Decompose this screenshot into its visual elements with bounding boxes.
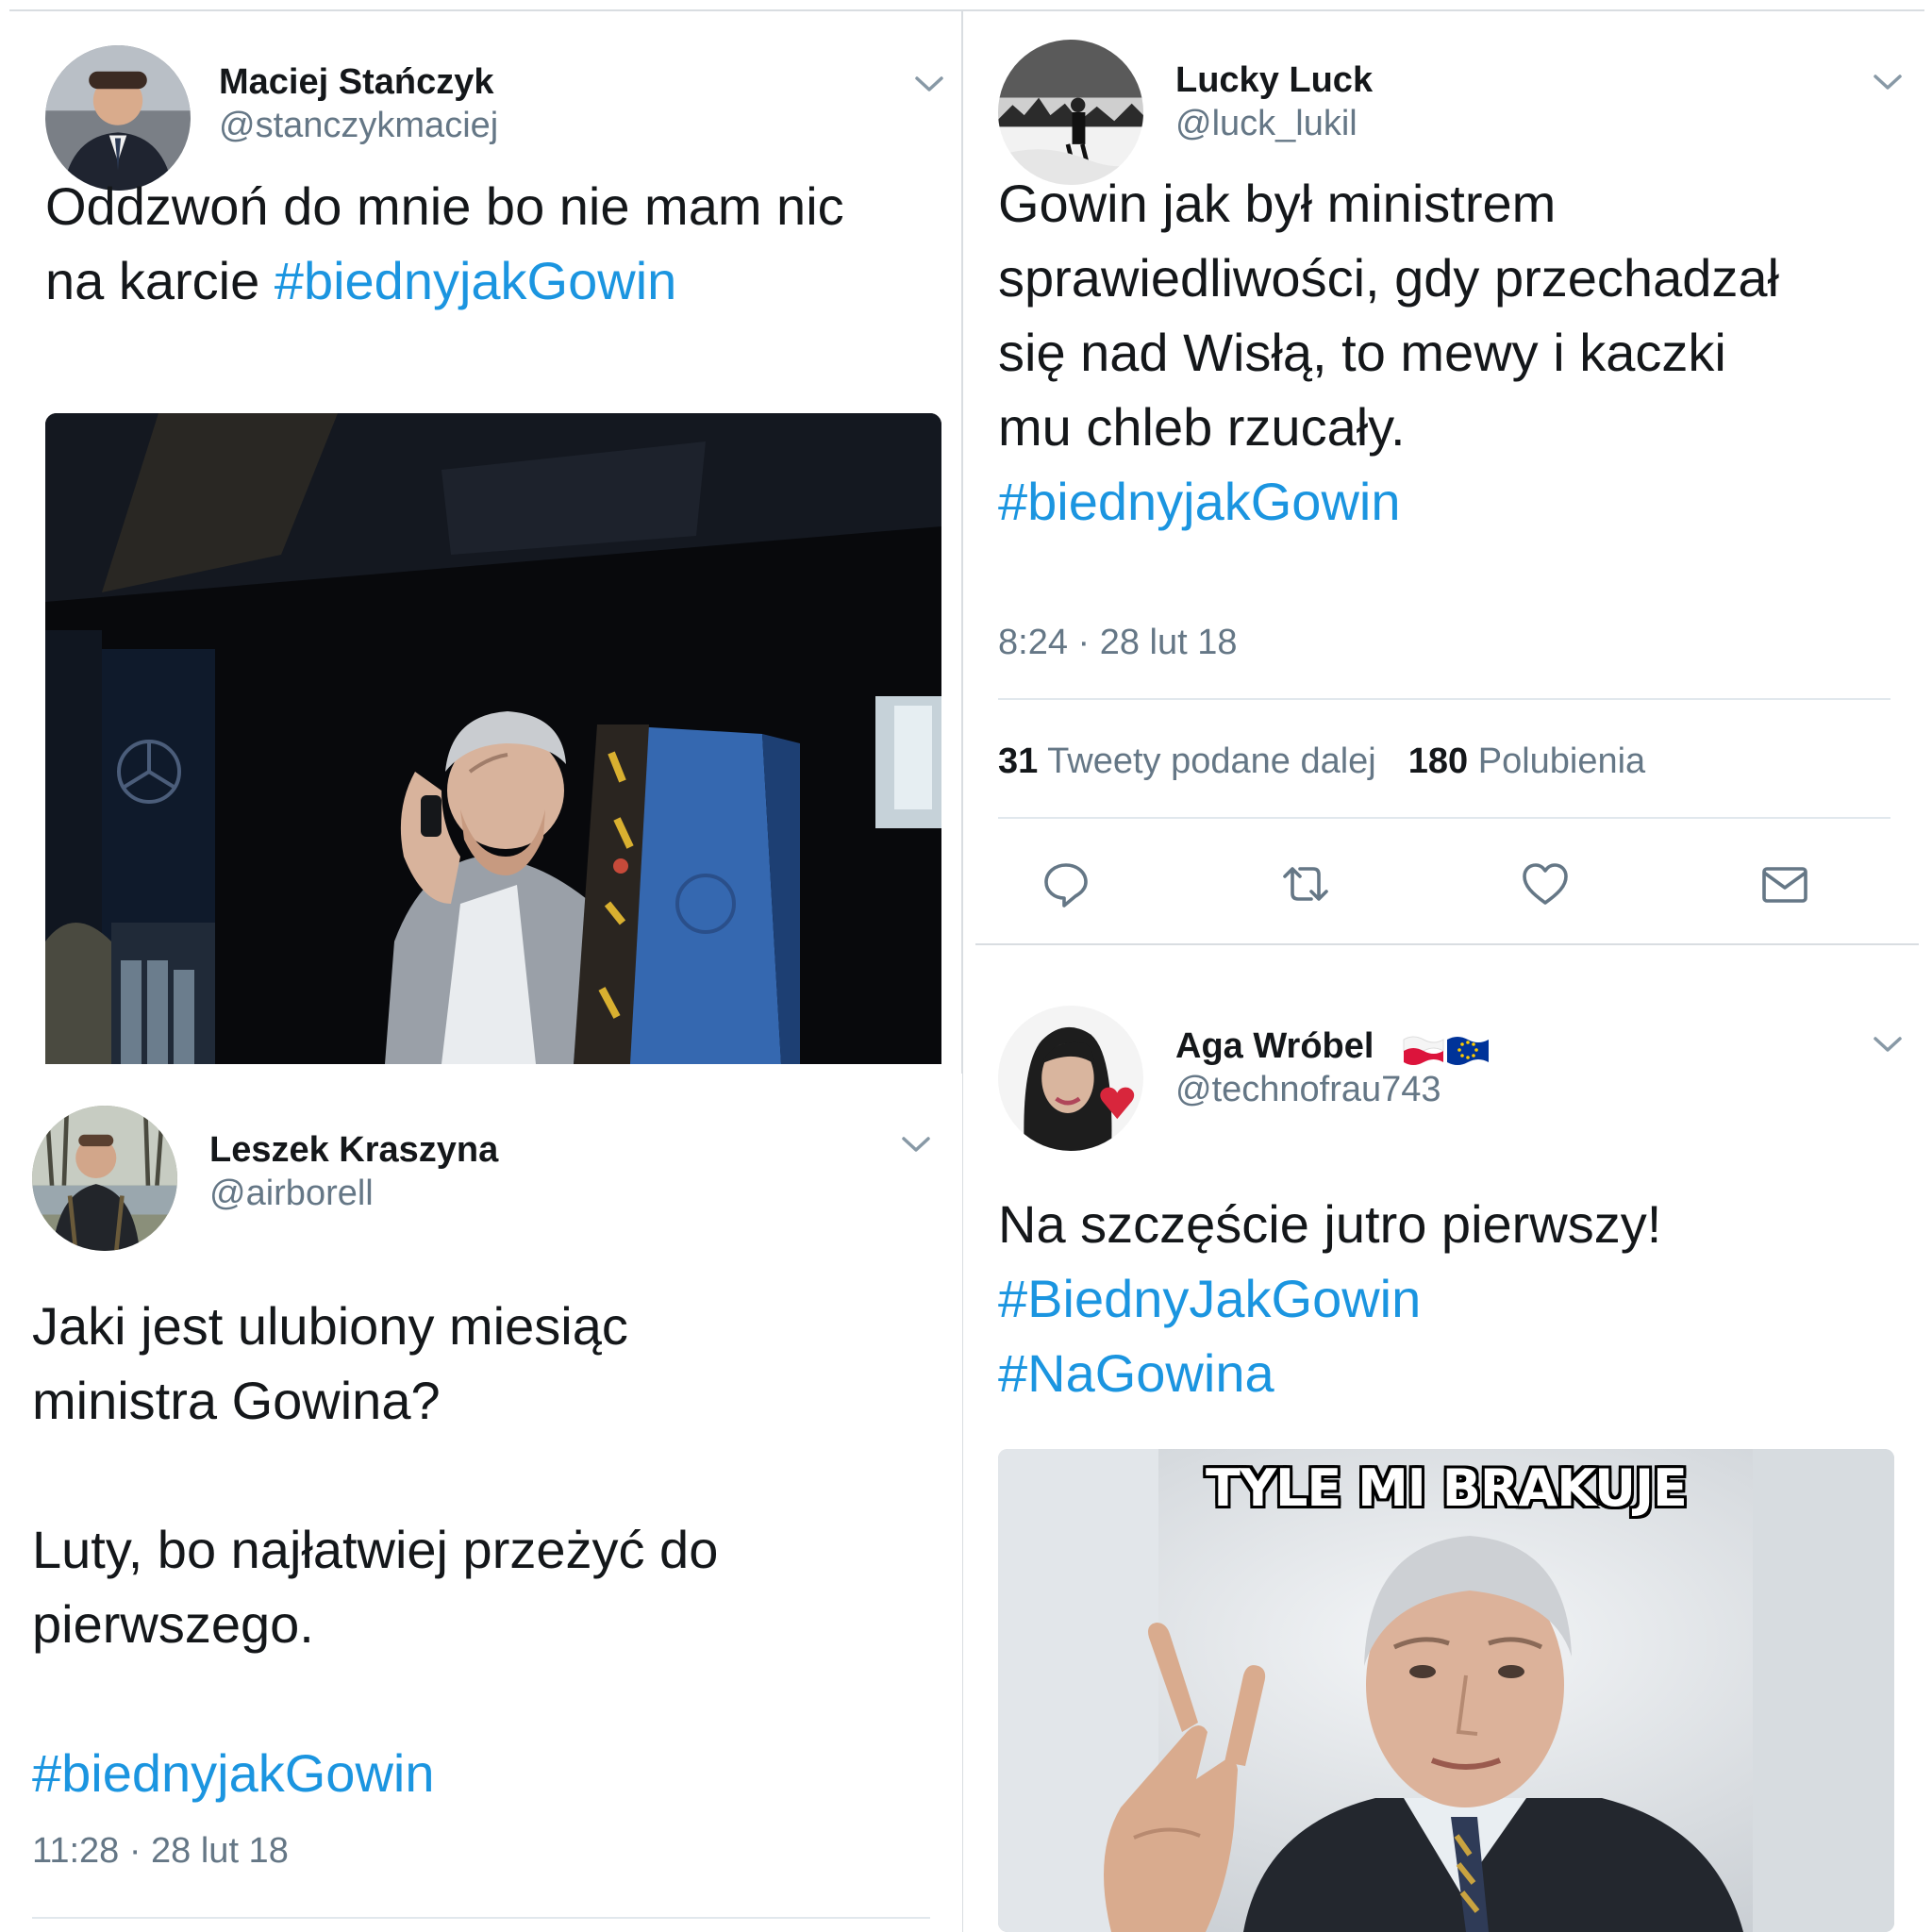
retweets-stat[interactable]: 31 Tweety podane dalej — [998, 741, 1376, 781]
tweet-photo[interactable] — [45, 413, 941, 1064]
tweet-timestamp[interactable]: 8:24 · 28 lut 18 — [998, 623, 1238, 663]
tweet-text-line: Jaki jest ulubiony miesiąc — [32, 1296, 628, 1356]
divider — [998, 698, 1890, 700]
avatar[interactable] — [32, 1106, 177, 1251]
tweet-text: Gowin jak był ministrem sprawiedliwości,… — [998, 166, 1779, 539]
tweet-text-line: na karcie #biednyjakGowin — [45, 251, 677, 310]
tweet-card-wrobel[interactable]: Aga Wróbel @technofrau743 Na szczęście j… — [975, 947, 1919, 1932]
chevron-down-icon[interactable] — [900, 1134, 932, 1155]
user-handle[interactable]: @technofrau743 — [1175, 1070, 1441, 1110]
tweet-timestamp[interactable]: 11:28 · 28 lut 18 — [32, 1831, 289, 1872]
display-name[interactable]: Leszek Kraszyna — [209, 1130, 498, 1171]
tweet-text-line: sprawiedliwości, gdy przechadzał — [998, 248, 1779, 308]
display-name[interactable]: Maciej Stańczyk — [219, 62, 493, 103]
tweet-text-line: #biednyjakGowin — [32, 1736, 718, 1810]
reply-icon[interactable] — [1040, 858, 1092, 910]
tweet-text-line: mu chleb rzucały. — [998, 397, 1406, 457]
tweet-text-line: #biednyjakGowin — [998, 464, 1779, 539]
tweet-text: Oddzwoń do mnie bo nie mam nic na karcie… — [45, 169, 844, 318]
engagement-stats: 31 Tweety podane dalej 180 Polubienia — [998, 741, 1645, 782]
tweet-text-line: się nad Wisłą, to mewy i kaczki — [998, 323, 1726, 382]
hashtag-link[interactable]: #biednyjakGowin — [998, 472, 1400, 531]
hashtag-link[interactable]: #BiednyJakGowin — [998, 1269, 1421, 1328]
avatar[interactable] — [998, 40, 1143, 185]
tweet-text-line: #BiednyJakGowin — [998, 1261, 1661, 1336]
chevron-down-icon[interactable] — [1872, 1034, 1904, 1055]
divider — [998, 817, 1890, 819]
display-name[interactable]: Lucky Luck — [1175, 60, 1373, 101]
poland-flag-icon — [1402, 1034, 1445, 1068]
chevron-down-icon[interactable] — [1872, 72, 1904, 92]
hashtag-link[interactable]: #NaGowina — [998, 1343, 1274, 1403]
tweet-text-line: #NaGowina — [998, 1336, 1661, 1410]
user-handle[interactable]: @luck_lukil — [1175, 104, 1357, 144]
tweet-text-line: Na szczęście jutro pierwszy! — [998, 1194, 1662, 1254]
meme-caption: TYLE MI BRAKUJE — [1206, 1458, 1688, 1518]
collage-divider-top — [9, 9, 1924, 11]
like-icon[interactable] — [1519, 858, 1572, 910]
likes-stat[interactable]: 180 Polubienia — [1408, 741, 1645, 781]
tweet-text-line: pierwszego. — [32, 1594, 314, 1654]
tweet-text: Jaki jest ulubiony miesiąc ministra Gowi… — [32, 1289, 718, 1810]
chevron-down-icon[interactable] — [913, 74, 945, 94]
tweet-card-lucky-luck[interactable]: Lucky Luck @luck_lukil Gowin jak był min… — [975, 13, 1919, 947]
user-handle[interactable]: @airborell — [209, 1174, 374, 1214]
tweet-text-line: ministra Gowina? — [32, 1371, 441, 1430]
tweet-text-line — [32, 1438, 718, 1512]
tweet-photo[interactable]: TYLE MI BRAKUJE — [998, 1449, 1894, 1932]
tweet-card-stanczyk[interactable]: Maciej Stańczyk @stanczykmaciej Oddzwoń … — [13, 13, 960, 1074]
tweet-text-line: Oddzwoń do mnie bo nie mam nic — [45, 176, 844, 236]
divider — [32, 1917, 930, 1919]
direct-message-icon[interactable] — [1758, 858, 1811, 910]
hashtag-link[interactable]: #biednyjakGowin — [32, 1743, 434, 1803]
tweet-text: Na szczęście jutro pierwszy! #BiednyJakG… — [998, 1187, 1661, 1410]
display-name[interactable]: Aga Wróbel — [1175, 1026, 1374, 1067]
tweet-text-line: Gowin jak był ministrem — [998, 174, 1557, 233]
avatar[interactable] — [998, 1006, 1143, 1151]
eu-flag-icon — [1445, 1034, 1491, 1068]
tweet-text-line — [32, 1661, 718, 1736]
tweet-text-line: Luty, bo najłatwiej przeżyć do — [32, 1520, 719, 1579]
user-handle[interactable]: @stanczykmaciej — [219, 106, 498, 146]
divider — [975, 943, 1919, 945]
hashtag-link[interactable]: #biednyjakGowin — [275, 251, 676, 310]
retweet-icon[interactable] — [1279, 858, 1332, 910]
tweet-card-kraszyna[interactable]: Leszek Kraszyna @airborell Jaki jest ulu… — [0, 1074, 962, 1932]
